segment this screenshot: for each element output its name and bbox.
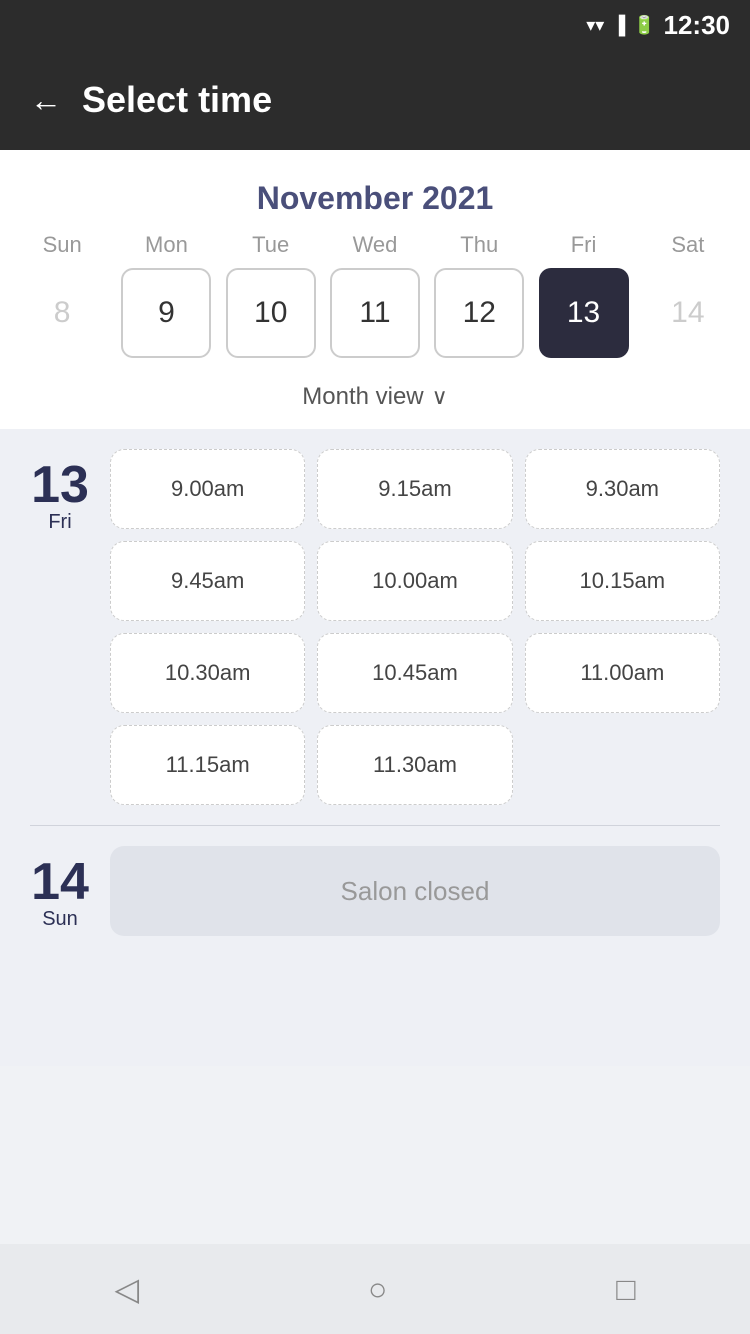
time-slot-1130am[interactable]: 11.30am [317, 725, 512, 805]
nav-back-icon[interactable]: ◁ [114, 1270, 139, 1308]
date-cell-11[interactable]: 11 [330, 268, 420, 358]
day-header-tue: Tue [226, 232, 316, 258]
calendar-dates-row: 8 9 10 11 12 13 14 [0, 268, 750, 373]
date-cell-12[interactable]: 12 [434, 268, 524, 358]
status-icons: ▾▾ ▐ 🔋 12:30 [586, 10, 730, 41]
month-view-label: Month view [302, 383, 423, 411]
time-slot-1115am[interactable]: 11.15am [110, 725, 305, 805]
day-header-thu: Thu [434, 232, 524, 258]
section-divider [30, 825, 720, 826]
back-button[interactable]: ← [30, 82, 62, 119]
date-cell-10[interactable]: 10 [226, 268, 316, 358]
time-slot-1015am[interactable]: 10.15am [525, 541, 720, 621]
time-slot-1045am[interactable]: 10.45am [317, 633, 512, 713]
salon-closed-label: Salon closed [341, 876, 490, 907]
time-slot-1100am[interactable]: 11.00am [525, 633, 720, 713]
calendar-days-header: Sun Mon Tue Wed Thu Fri Sat [0, 232, 750, 258]
chevron-down-icon: ∨ [432, 384, 448, 410]
day-header-mon: Mon [121, 232, 211, 258]
time-slot-945am[interactable]: 9.45am [110, 541, 305, 621]
day-14-name: Sun [42, 908, 78, 931]
time-slot-900am[interactable]: 9.00am [110, 449, 305, 529]
day-14-label: 14 Sun [30, 846, 90, 936]
day-header-wed: Wed [330, 232, 420, 258]
time-slot-1030am[interactable]: 10.30am [110, 633, 305, 713]
day-13-number: 13 [31, 459, 89, 511]
page-title: Select time [82, 79, 272, 121]
day-13-label: 13 Fri [30, 449, 90, 805]
calendar-month: November 2021 [0, 170, 750, 232]
signal-icon: ▐ [612, 15, 625, 36]
status-bar: ▾▾ ▐ 🔋 12:30 [0, 0, 750, 50]
day-header-fri: Fri [539, 232, 629, 258]
day-header-sat: Sat [643, 232, 733, 258]
wifi-icon: ▾▾ [586, 15, 604, 36]
nav-bar: ◁ ○ □ [0, 1244, 750, 1334]
day-13-name: Fri [48, 511, 71, 534]
date-cell-14[interactable]: 14 [643, 268, 733, 358]
time-slots-section: 13 Fri 9.00am 9.15am 9.30am 9.45am 10.00… [0, 429, 750, 1066]
salon-closed-slot: Salon closed [110, 846, 720, 936]
date-cell-8[interactable]: 8 [17, 268, 107, 358]
nav-home-icon[interactable]: ○ [368, 1271, 387, 1308]
day-14-section: 14 Sun Salon closed [30, 846, 720, 936]
date-cell-9[interactable]: 9 [121, 268, 211, 358]
battery-icon: 🔋 [633, 15, 655, 36]
day-13-section: 13 Fri 9.00am 9.15am 9.30am 9.45am 10.00… [30, 449, 720, 805]
day-13-slots-grid: 9.00am 9.15am 9.30am 9.45am 10.00am 10.1… [110, 449, 720, 805]
day-14-number: 14 [31, 856, 89, 908]
day-header-sun: Sun [17, 232, 107, 258]
header: ← Select time [0, 50, 750, 150]
date-cell-13[interactable]: 13 [539, 268, 629, 358]
time-slot-1000am[interactable]: 10.00am [317, 541, 512, 621]
time-slot-915am[interactable]: 9.15am [317, 449, 512, 529]
month-view-dropdown[interactable]: Month view ∨ [0, 373, 750, 429]
status-time: 12:30 [664, 10, 731, 41]
time-slot-930am[interactable]: 9.30am [525, 449, 720, 529]
calendar-section: November 2021 Sun Mon Tue Wed Thu Fri Sa… [0, 150, 750, 429]
nav-recent-icon[interactable]: □ [616, 1271, 635, 1308]
